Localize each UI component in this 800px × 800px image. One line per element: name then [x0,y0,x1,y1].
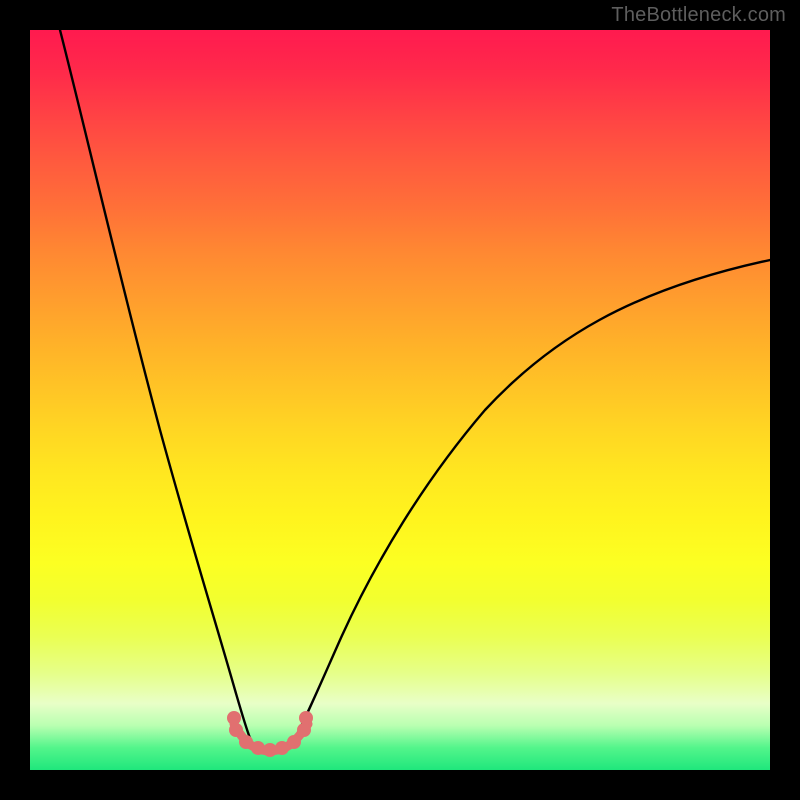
trough-markers [227,711,313,757]
plot-area [30,30,770,770]
curve-left [60,30,250,738]
attribution-text: TheBottleneck.com [611,4,786,27]
curve-layer [30,30,770,770]
chart-frame: TheBottleneck.com [0,0,800,800]
curve-right [295,260,770,738]
